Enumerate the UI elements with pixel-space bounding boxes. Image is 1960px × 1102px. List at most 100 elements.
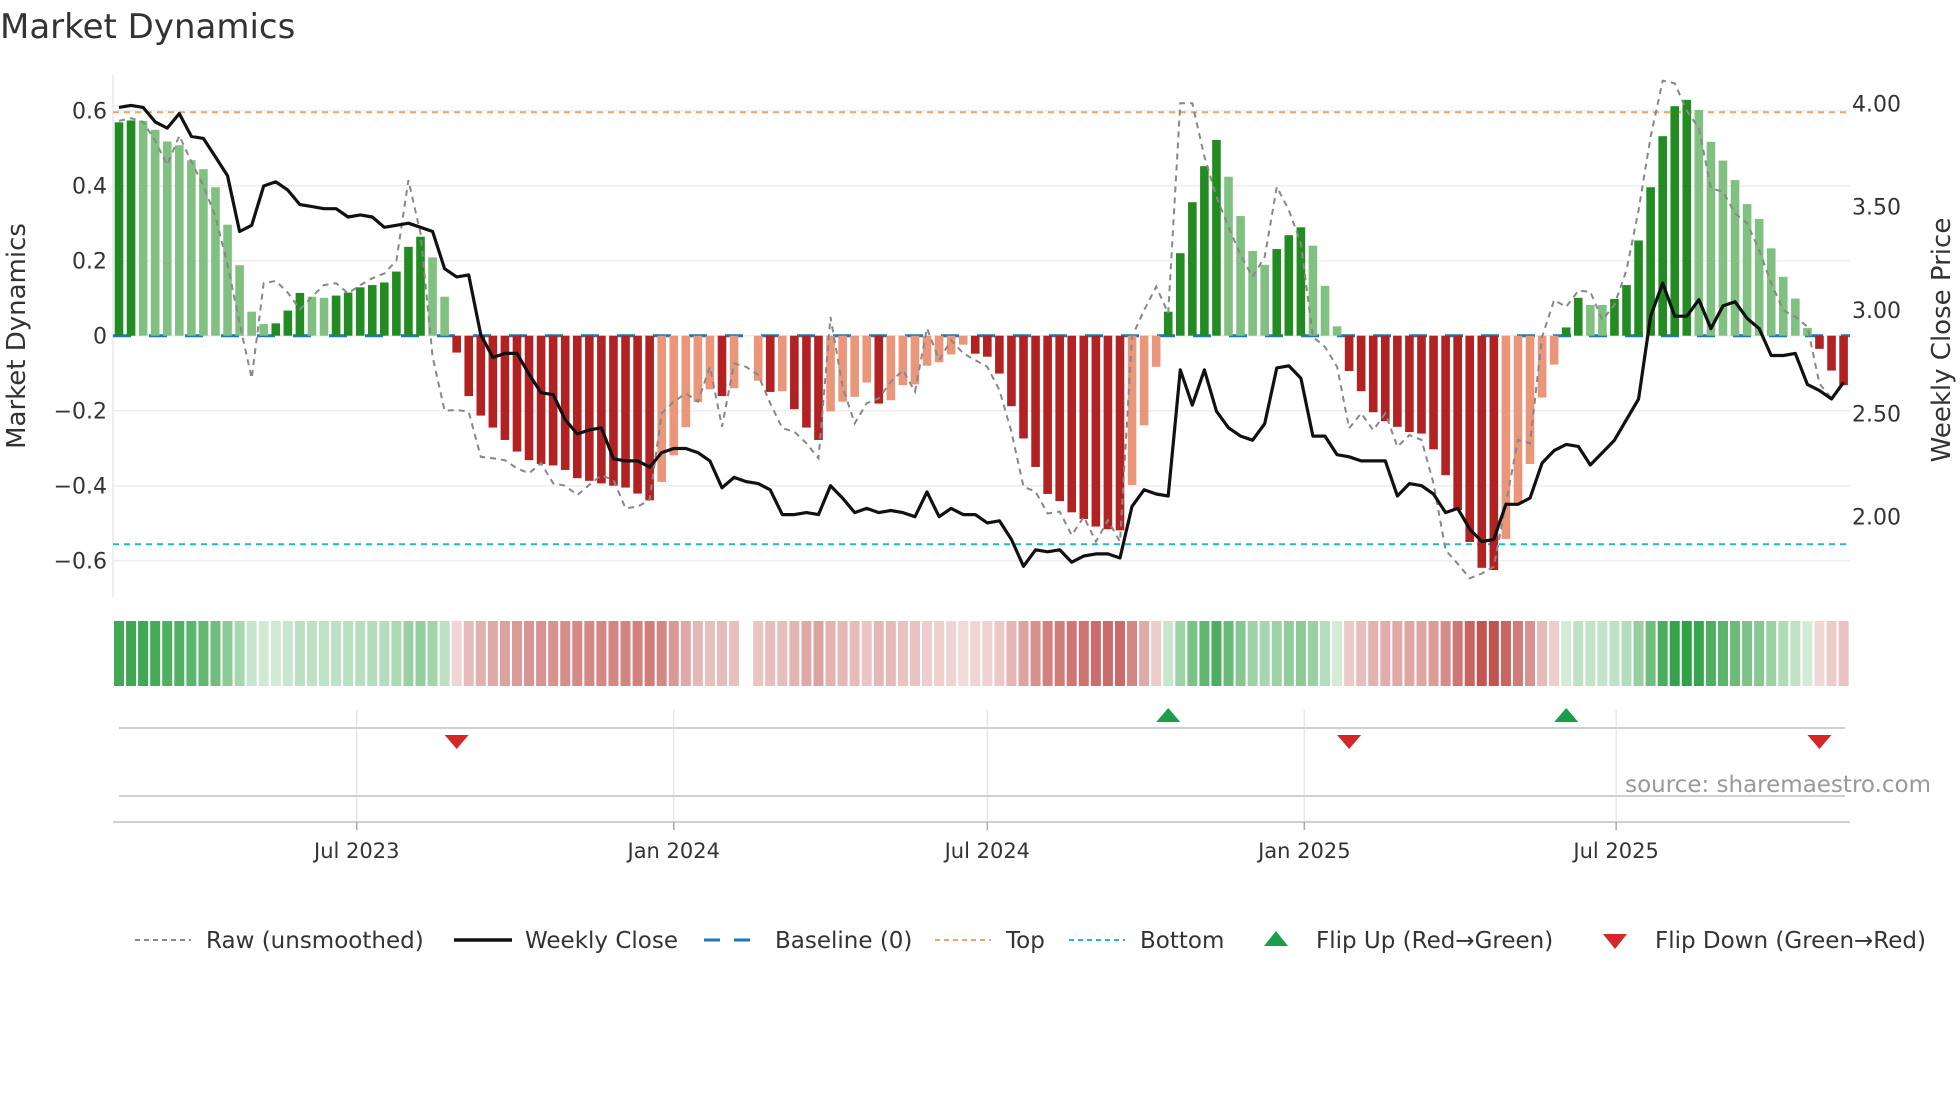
regime-cell — [548, 621, 559, 686]
momentum-bar — [970, 335, 980, 354]
momentum-bar — [1224, 176, 1233, 336]
momentum-bar — [1356, 335, 1366, 392]
regime-cell — [186, 621, 197, 686]
momentum-bar — [1441, 335, 1450, 476]
regime-cell — [1139, 621, 1150, 686]
momentum-bar — [223, 224, 232, 336]
regime-cell — [596, 621, 607, 686]
regime-cell — [294, 621, 305, 686]
momentum-bar — [1308, 245, 1318, 336]
regime-cell — [1597, 621, 1608, 686]
regime-cell — [162, 621, 173, 686]
regime-cell — [849, 621, 860, 686]
regime-cell — [511, 621, 522, 686]
regime-cell — [1488, 621, 1499, 686]
regime-cell — [813, 621, 824, 686]
regime-cell — [1416, 621, 1427, 686]
regime-cell — [1042, 621, 1053, 686]
momentum-bar — [1091, 335, 1101, 527]
x-ticks: Jul 2023 Jan 2024 Jul 2024 Jan 2025 Jul 2025 — [312, 822, 1659, 863]
regime-cell — [1512, 621, 1523, 686]
regime-cell — [1078, 621, 1089, 686]
regime-cell — [994, 621, 1005, 686]
momentum-bar — [946, 335, 956, 355]
momentum-bar — [452, 335, 461, 353]
regime-cell — [1199, 621, 1210, 686]
regime-cell — [343, 621, 354, 686]
momentum-bar — [1079, 335, 1089, 520]
momentum-bar — [585, 335, 594, 481]
momentum-bar — [367, 285, 377, 336]
regime-cell — [825, 621, 836, 686]
y-tick-label: −0.4 — [54, 475, 107, 500]
momentum-bar — [922, 335, 932, 366]
momentum-bar — [500, 335, 510, 440]
regime-cell — [1211, 621, 1222, 686]
regime-cell — [680, 621, 691, 686]
regime-cell — [270, 621, 281, 686]
regime-cell — [1030, 621, 1041, 686]
regime-cell — [1175, 621, 1186, 686]
regime-cell — [536, 621, 547, 686]
momentum-bar — [175, 145, 184, 336]
momentum-bar — [1103, 335, 1113, 530]
regime-cell — [1633, 621, 1644, 686]
regime-cell — [729, 621, 740, 686]
regime-cell — [246, 621, 257, 686]
momentum-bar — [1658, 136, 1667, 336]
momentum-bar — [1188, 202, 1197, 336]
momentum-bar — [464, 335, 474, 397]
momentum-bar — [1405, 335, 1414, 433]
regime-cell — [632, 621, 643, 686]
momentum-bar — [247, 311, 256, 336]
momentum-bar — [874, 335, 884, 404]
momentum-bar — [717, 335, 727, 397]
regime-cell — [837, 621, 848, 686]
regime-cell — [1404, 621, 1415, 686]
momentum-bar — [271, 323, 281, 336]
regime-cell — [765, 621, 776, 686]
momentum-bar — [1236, 216, 1245, 336]
momentum-bar — [1139, 335, 1149, 426]
momentum-bar — [1682, 99, 1692, 336]
regime-cell — [210, 621, 221, 686]
regime-cell — [258, 621, 269, 686]
momentum-bar — [778, 335, 787, 392]
momentum-bar — [1151, 335, 1161, 367]
regime-cell — [331, 621, 342, 686]
date-gridlines — [356, 710, 1617, 822]
regime-cell — [1283, 621, 1294, 686]
momentum-bar — [1055, 335, 1064, 502]
momentum-bar — [1043, 335, 1052, 494]
momentum-bar — [1417, 335, 1426, 434]
momentum-bar — [572, 335, 582, 479]
regime-cell — [1320, 621, 1330, 686]
regime-cell — [934, 621, 945, 686]
regime-cell — [1380, 621, 1391, 686]
momentum-bar — [669, 335, 679, 456]
momentum-bar — [1284, 235, 1294, 336]
momentum-bar — [440, 296, 449, 336]
momentum-bar — [1368, 335, 1378, 413]
regime-cell — [1018, 621, 1029, 686]
regime-cell — [1114, 621, 1125, 686]
regime-cell — [1681, 621, 1692, 686]
regime-cell — [1452, 621, 1463, 686]
momentum-bar — [802, 335, 811, 428]
momentum-bar — [1706, 141, 1716, 336]
legend: Raw (unsmoothed) Weekly Close Baseline (0)… — [135, 928, 1926, 954]
momentum-bar — [1067, 335, 1077, 513]
momentum-bar — [1175, 253, 1185, 336]
regime-cell — [114, 621, 124, 686]
momentum-bar — [1465, 335, 1475, 542]
y-tick-label: 0.6 — [72, 100, 107, 125]
momentum-bar — [765, 335, 775, 392]
raw-unsmoothed-line — [118, 79, 1845, 580]
momentum-bar — [838, 335, 847, 402]
y2-tick-label: 3.00 — [1852, 299, 1901, 324]
regime-cell — [138, 621, 149, 686]
momentum-bar — [1320, 285, 1330, 336]
momentum-bar — [1803, 327, 1812, 336]
momentum-bar — [1525, 335, 1535, 464]
momentum-bar — [1634, 240, 1643, 336]
